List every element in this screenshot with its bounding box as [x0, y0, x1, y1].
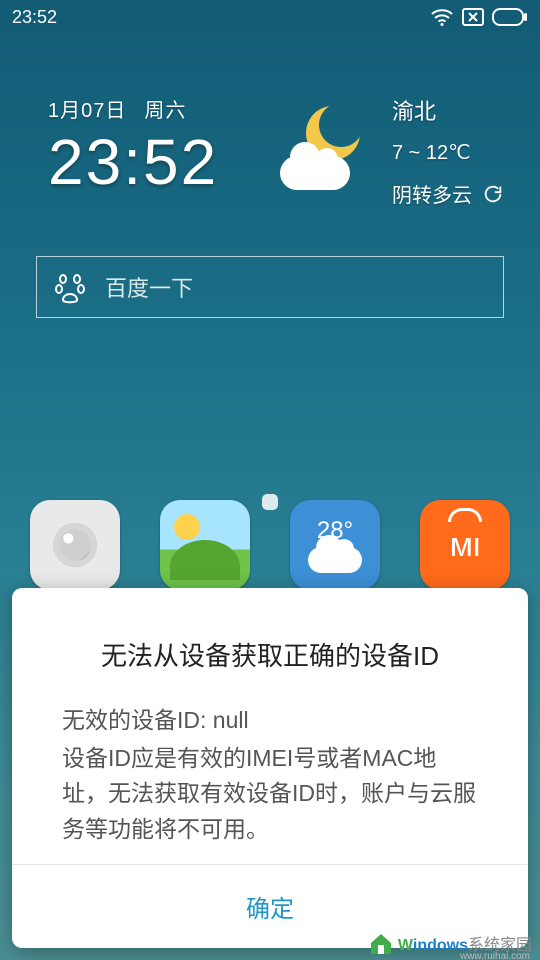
wifi-icon — [430, 7, 454, 27]
no-sim-icon — [462, 8, 484, 26]
bag-handle-icon — [448, 508, 482, 522]
clock-column: 1月07日周六 23:52 — [48, 94, 218, 208]
app-weather[interactable]: 28° — [290, 500, 380, 590]
weather-side: 渝北 7 ~ 12℃ 阴转多云 — [280, 94, 504, 208]
camera-lens-icon — [53, 523, 97, 567]
status-icons — [430, 7, 528, 27]
watermark-url: www.ruihai.com — [460, 951, 530, 960]
app-camera[interactable] — [30, 500, 120, 590]
date-row: 1月07日周六 — [48, 94, 218, 123]
status-time: 23:52 — [12, 7, 57, 28]
clock-weather-widget[interactable]: 1月07日周六 23:52 渝北 7 ~ 12℃ 阴转多云 — [0, 34, 540, 228]
weather-text: 渝北 7 ~ 12℃ 阴转多云 — [392, 94, 504, 208]
battery-icon — [492, 8, 528, 26]
dialog-body: 无效的设备ID: null 设备ID应是有效的IMEI号或者MAC地址，无法获取… — [12, 703, 528, 864]
app-gallery[interactable] — [160, 500, 250, 590]
dialog-title: 无法从设备获取正确的设备ID — [12, 588, 528, 703]
weather-moon-cloud-icon — [280, 106, 370, 196]
search-bar[interactable]: 百度一下 — [36, 256, 504, 318]
weather-location: 渝北 — [392, 94, 504, 126]
mi-logo: ᴍı — [450, 526, 481, 565]
status-bar: 23:52 — [0, 0, 540, 34]
baidu-icon — [53, 270, 87, 304]
cloud-icon — [308, 547, 362, 573]
dialog-body-line1: 无效的设备ID: null — [62, 703, 478, 739]
weekday-text: 周六 — [144, 100, 186, 122]
weather-condition: 阴转多云 — [392, 179, 472, 208]
app-row: 28° ᴍı — [0, 500, 540, 590]
refresh-icon[interactable] — [482, 183, 504, 205]
error-dialog: 无法从设备获取正确的设备ID 无效的设备ID: null 设备ID应是有效的IM… — [12, 588, 528, 948]
dialog-body-rest: 设备ID应是有效的IMEI号或者MAC地址，无法获取有效设备ID时，账户与云服务… — [62, 741, 478, 848]
watermark-w: W — [398, 937, 413, 954]
app-mi-store[interactable]: ᴍı — [420, 500, 510, 590]
weather-temp-range: 7 ~ 12℃ — [392, 140, 504, 165]
house-icon — [368, 930, 394, 956]
weather-condition-row: 阴转多云 — [392, 179, 504, 208]
search-placeholder: 百度一下 — [105, 271, 193, 303]
date-text: 1月07日 — [48, 100, 126, 122]
clock-time: 23:52 — [48, 127, 218, 197]
watermark: Windows系统家园 www.ruihai.com — [360, 926, 540, 960]
ok-button[interactable]: 确定 — [246, 889, 294, 924]
